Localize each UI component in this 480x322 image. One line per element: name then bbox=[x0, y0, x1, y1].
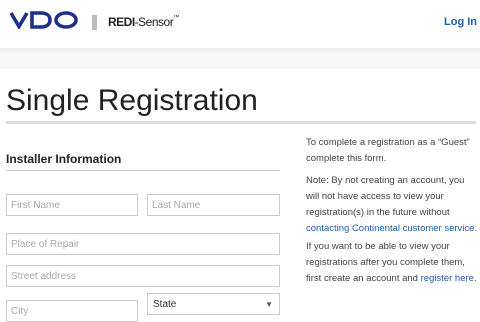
redi-sensor-logo: REDI-Sensor™ bbox=[108, 15, 179, 29]
register-here-link[interactable]: register here bbox=[421, 273, 474, 284]
guest-info-text: To complete a registration as a “Guest” … bbox=[306, 137, 470, 164]
caret-down-icon: ▼ bbox=[265, 300, 273, 309]
login-link[interactable]: Log In bbox=[444, 16, 477, 28]
section-divider bbox=[6, 170, 280, 171]
place-of-repair-field[interactable] bbox=[6, 233, 280, 255]
note-text: Note: By not creating an account, you wi… bbox=[306, 175, 478, 234]
logo-divider bbox=[92, 15, 97, 30]
installer-info-heading: Installer Information bbox=[6, 152, 122, 166]
contact-support-link[interactable]: contacting Continental customer service bbox=[306, 223, 474, 234]
title-divider bbox=[6, 121, 476, 124]
vdo-logo bbox=[9, 11, 78, 29]
sub-header-band bbox=[0, 54, 480, 69]
last-name-field[interactable] bbox=[147, 194, 280, 216]
city-field[interactable] bbox=[6, 300, 138, 322]
header: REDI-Sensor™ Log In bbox=[0, 0, 480, 48]
register-info-text: If you want to be able to view your regi… bbox=[306, 241, 477, 284]
state-select[interactable]: State ▼ bbox=[147, 293, 280, 315]
street-address-field[interactable] bbox=[6, 265, 280, 287]
state-select-value: State bbox=[153, 299, 177, 310]
first-name-field[interactable] bbox=[6, 194, 138, 216]
page-title: Single Registration bbox=[6, 84, 258, 117]
